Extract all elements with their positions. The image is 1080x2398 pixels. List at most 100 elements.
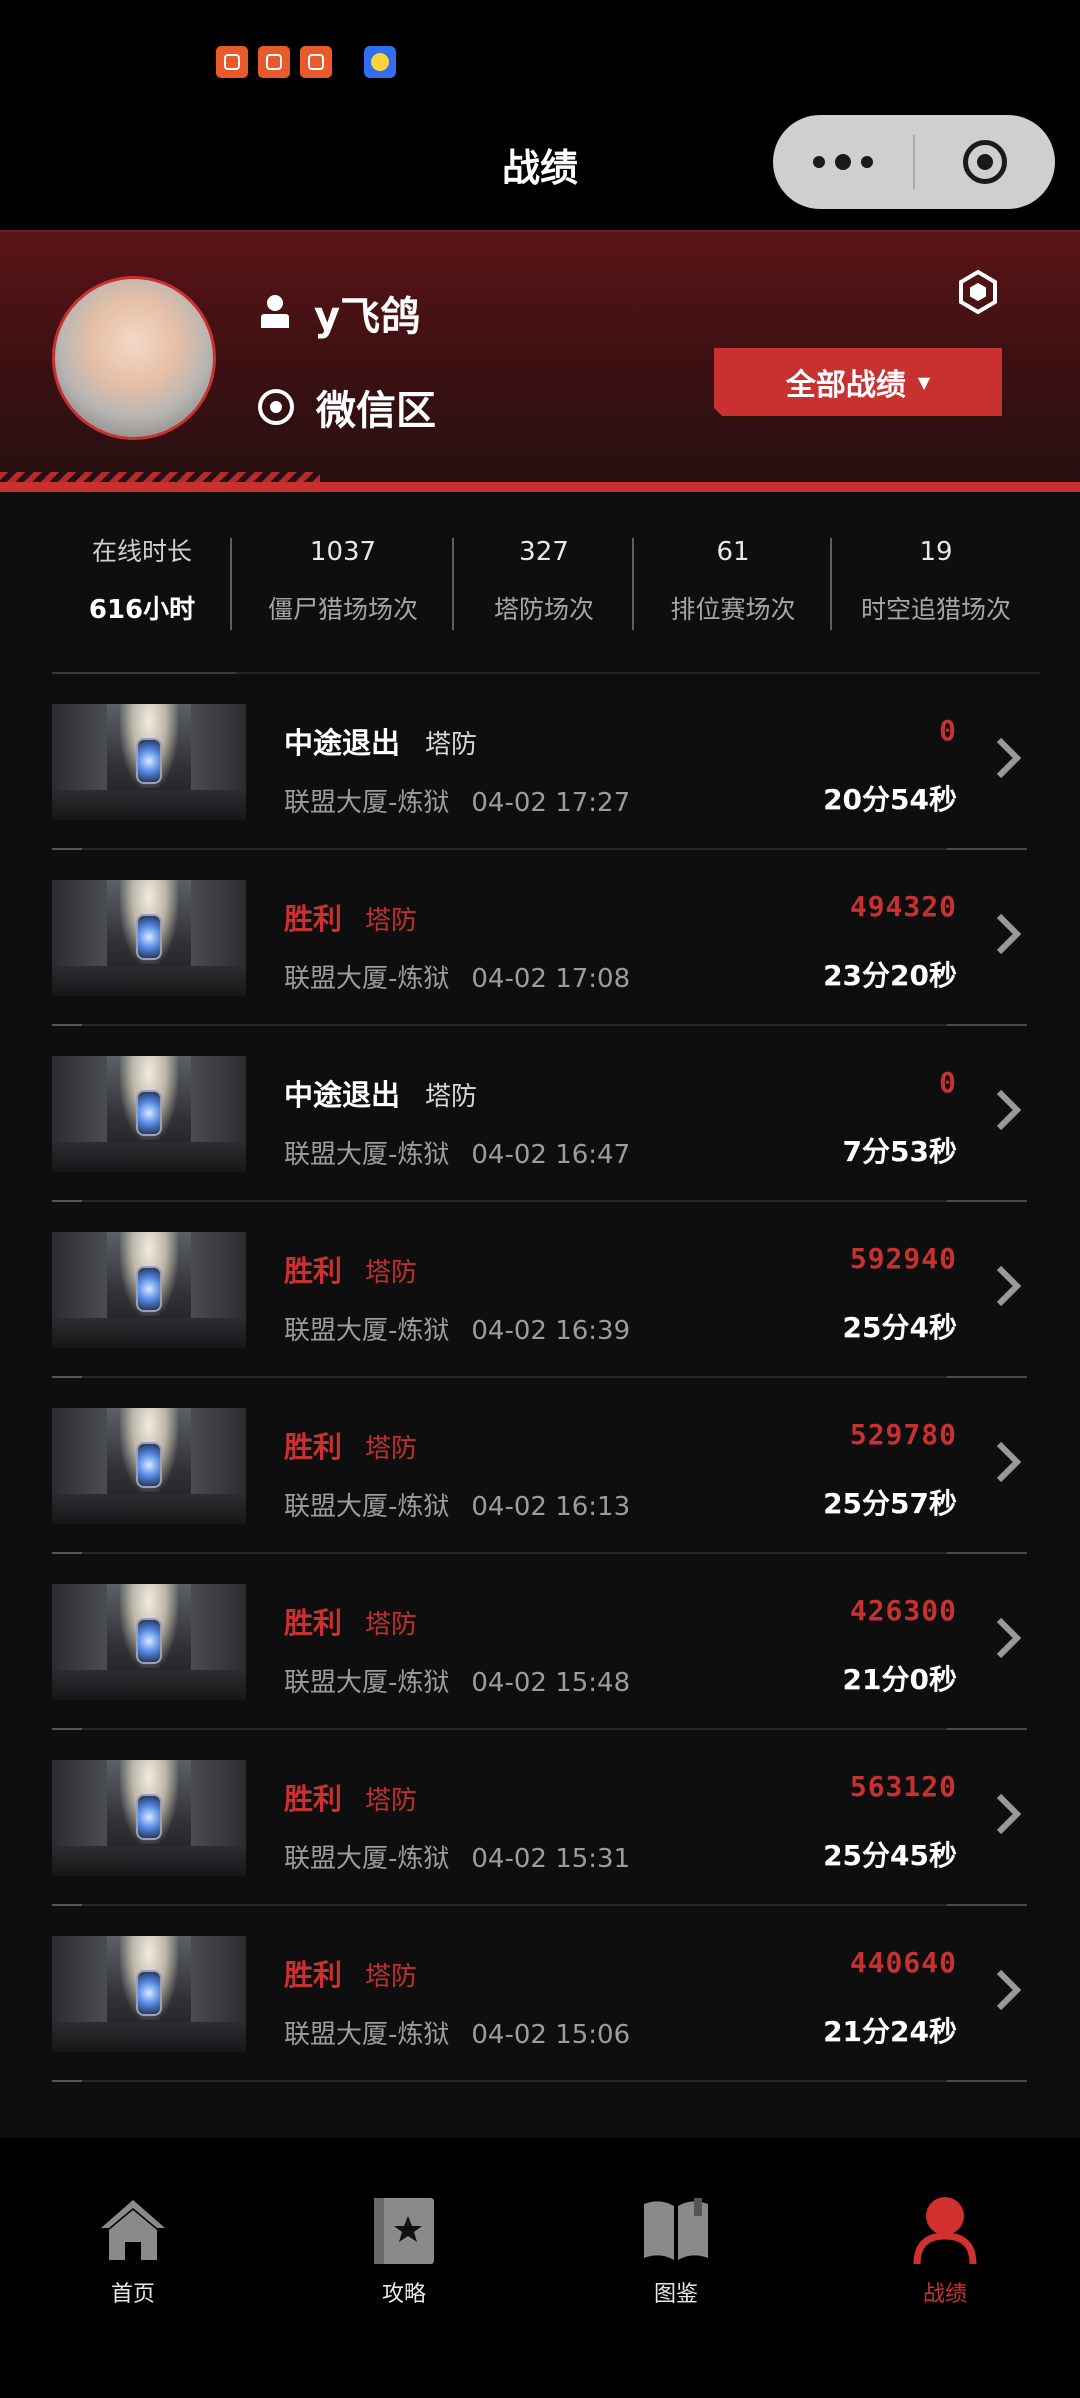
lantern-icon — [136, 1970, 162, 2016]
stat-label: 在线时长 — [91, 537, 192, 566]
match-duration: 21分0秒 — [842, 1663, 957, 1696]
match-location-time: 联盟大厦-炼狱 04-02 17:27 — [284, 782, 630, 819]
match-time: 04-02 16:47 — [471, 1140, 631, 1170]
region-icon — [258, 389, 294, 425]
map-thumbnail — [52, 1232, 246, 1348]
stat-label: 僵尸猎场场次 — [267, 595, 418, 624]
lantern-icon — [136, 738, 162, 784]
match-time: 04-02 15:06 — [471, 2020, 631, 2050]
dropdown-caret-icon: ▼ — [917, 372, 931, 392]
close-target-icon — [963, 140, 1007, 184]
match-row[interactable]: 胜利 塔防联盟大厦-炼狱 04-02 16:39 592940 25分4秒 — [52, 1202, 1027, 1378]
match-result: 胜利 — [284, 1606, 343, 1640]
match-mode: 塔防 — [365, 1434, 418, 1464]
match-score: 529780 — [849, 1418, 957, 1451]
avatar[interactable] — [52, 276, 216, 440]
tab-label: 战绩 — [922, 2282, 967, 2307]
miniprogram-capsule — [773, 115, 1055, 209]
match-row[interactable]: 胜利 塔防 联盟大厦-炼狱 04-02 15:31 563120 25分45秒 — [52, 1730, 1027, 1906]
match-mode: 塔防 — [365, 1786, 418, 1816]
match-row[interactable]: 胜利 塔防 联盟大厦-炼狱 04-02 17:08 494320 23分20秒 — [52, 850, 1027, 1026]
chevron-right-icon — [996, 1969, 1022, 2011]
match-location: 联盟大厦-炼狱 — [284, 1668, 450, 1698]
match-score: 440640 — [849, 1946, 957, 1979]
username-row: y飞鸽 — [258, 284, 420, 342]
match-duration: 25分4秒 — [842, 1311, 957, 1344]
match-time: 04-02 16:13 — [471, 1492, 631, 1522]
home-icon — [101, 2200, 165, 2260]
tab-codex[interactable]: 图鉴 — [596, 2194, 756, 2308]
match-row[interactable]: 胜利 塔防 联盟大厦-炼狱 04-02 15:48 426300 21分0秒 — [52, 1554, 1027, 1730]
lantern-icon — [136, 914, 162, 960]
match-mode: 塔防 — [365, 1258, 418, 1288]
stat-label: 时空追猎场次 — [860, 595, 1011, 624]
status-bar — [0, 0, 1080, 115]
match-result: 胜利 — [284, 902, 343, 936]
hexagon-settings-icon[interactable] — [958, 270, 998, 314]
match-result: 中途退出 — [284, 726, 401, 760]
tab-label: 首页 — [110, 2282, 155, 2307]
tab-label: 攻略 — [381, 2282, 426, 2307]
match-row[interactable]: 胜利 塔防 联盟大厦-炼狱 04-02 16:13 529780 25分57秒 — [52, 1378, 1027, 1554]
app-notification-icon — [258, 46, 290, 78]
all-records-label: 全部战绩 — [785, 368, 906, 403]
match-score: 0 — [939, 1066, 957, 1099]
chevron-right-icon — [996, 737, 1022, 779]
row-divider-mark — [947, 2080, 1027, 2082]
chevron-right-icon — [996, 913, 1022, 955]
lantern-icon — [136, 1442, 162, 1488]
lantern-icon — [136, 1266, 162, 1312]
more-button[interactable] — [773, 115, 913, 209]
stat-value: 61 — [716, 537, 750, 567]
map-thumbnail — [52, 1584, 246, 1700]
match-row[interactable]: 中途退出 塔防 联盟大厦-炼狱 04-02 17:27 0 20分54秒 — [52, 674, 1027, 850]
tab-home[interactable]: 首页 — [53, 2194, 213, 2308]
match-score: 592940 — [849, 1242, 957, 1275]
map-thumbnail — [52, 880, 246, 996]
match-score: 494320 — [849, 890, 957, 923]
stat-label: 塔防场次 — [493, 595, 594, 624]
tab-label: 图鉴 — [653, 2282, 698, 2307]
match-location: 联盟大厦-炼狱 — [284, 1140, 450, 1170]
match-location: 联盟大厦-炼狱 — [284, 1844, 450, 1874]
stat-ranked: 61 排位赛场次 — [634, 530, 832, 640]
match-row[interactable]: 胜利 塔防 联盟大厦-炼狱 04-02 15:06 440640 21分24秒 — [52, 1906, 1027, 2082]
close-button[interactable] — [915, 115, 1055, 209]
lantern-icon — [136, 1090, 162, 1136]
match-location: 联盟大厦-炼狱 — [284, 2020, 450, 2050]
app-notification-icon — [300, 46, 332, 78]
map-thumbnail — [52, 704, 246, 820]
tab-guide[interactable]: 攻略 — [324, 2194, 484, 2308]
match-time: 04-02 15:48 — [471, 1668, 631, 1698]
all-records-dropdown[interactable]: 全部战绩 ▼ — [714, 348, 1002, 416]
match-score: 563120 — [849, 1770, 957, 1803]
match-time: 04-02 16:39 — [471, 1316, 631, 1346]
match-location: 联盟大厦-炼狱 — [284, 964, 450, 994]
match-duration: 7分53秒 — [842, 1135, 957, 1168]
tab-records[interactable]: 战绩 — [865, 2194, 1025, 2308]
chevron-right-icon — [996, 1265, 1022, 1307]
match-result: 胜利 — [284, 1254, 343, 1288]
lantern-icon — [136, 1618, 162, 1664]
match-result: 胜利 — [284, 1782, 343, 1816]
match-duration: 25分45秒 — [823, 1839, 957, 1872]
map-thumbnail — [52, 1760, 246, 1876]
open-book-icon — [644, 2198, 708, 2260]
match-location: 联盟大厦-炼狱 — [284, 1316, 450, 1346]
nav-bar: 战绩 — [0, 115, 1080, 230]
match-time: 04-02 17:27 — [471, 788, 631, 818]
stat-time-hunt: 19 时空追猎场次 — [832, 530, 1040, 640]
match-mode: 塔防 — [425, 1082, 478, 1112]
match-result: 胜利 — [284, 1430, 343, 1464]
match-location-time: 联盟大厦-炼狱 04-02 16:47 — [284, 1134, 630, 1171]
guide-book-icon — [374, 2198, 434, 2264]
username: y飞鸽 — [314, 294, 421, 340]
match-duration: 20分54秒 — [823, 783, 957, 816]
match-location: 联盟大厦-炼狱 — [284, 788, 450, 818]
match-location: 联盟大厦-炼狱 — [284, 1492, 450, 1522]
match-mode: 塔防 — [365, 906, 418, 936]
decor-bar — [0, 482, 1080, 492]
match-time: 04-02 17:08 — [471, 964, 631, 994]
tab-bar: 首页 攻略 图鉴 战绩 — [0, 2138, 1080, 2398]
match-row[interactable]: 中途退出 塔防 联盟大厦-炼狱 04-02 16:47 0 7分53秒 — [52, 1026, 1027, 1202]
